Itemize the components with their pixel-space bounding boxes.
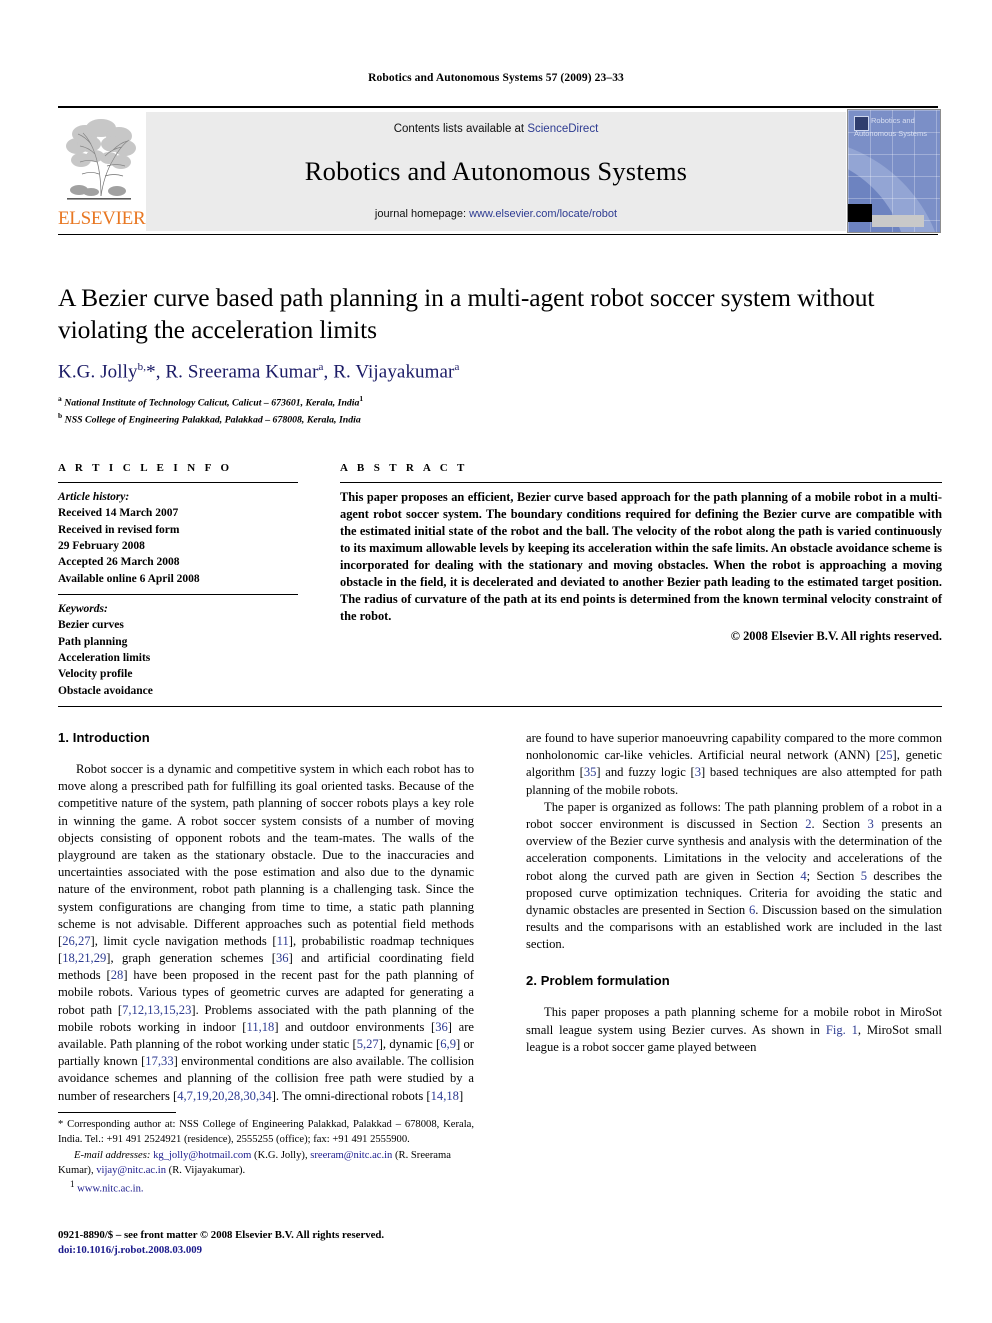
homepage-prefix: journal homepage: — [374, 208, 470, 220]
section-heading-introduction: 1. Introduction — [58, 730, 150, 745]
abstract-column: A B S T R A C T This paper proposes an e… — [340, 462, 942, 644]
intro-paragraph-1: Robot soccer is a dynamic and competitiv… — [58, 762, 475, 1103]
affiliation-a-text: National Institute of Technology Calicut… — [64, 396, 360, 408]
article-info-heading: A R T I C L E I N F O — [58, 462, 233, 474]
problem-formulation-paragraph-1: This paper proposes a path planning sche… — [526, 1005, 942, 1054]
sciencedirect-link[interactable]: ScienceDirect — [527, 123, 598, 135]
abstract-rule-top — [340, 482, 942, 483]
masthead-banner: Contents lists available at ScienceDirec… — [146, 112, 846, 231]
keyword-item: Bezier curves — [58, 619, 124, 632]
journal-homepage-line: journal homepage: www.elsevier.com/locat… — [146, 208, 846, 220]
history-item: Received 14 March 2007 — [58, 507, 179, 520]
masthead-bottom-rule — [58, 234, 938, 235]
cover-grey-bar — [872, 215, 924, 227]
history-item: Accepted 26 March 2008 — [58, 556, 180, 569]
body-column-left: 1. Introduction Robot soccer is a dynami… — [58, 730, 474, 1105]
article-history-label: Article history: — [58, 491, 130, 503]
keyword-item: Velocity profile — [58, 668, 133, 681]
journal-title: Robotics and Autonomous Systems — [304, 156, 688, 186]
imprint-block: 0921-8890/$ – see front matter © 2008 El… — [58, 1228, 488, 1259]
elsevier-tree-icon — [66, 119, 136, 200]
doi-link[interactable]: doi:10.1016/j.robot.2008.03.009 — [58, 1243, 488, 1258]
abstract-copyright: © 2008 Elsevier B.V. All rights reserved… — [730, 628, 942, 643]
running-head: Robotics and Autonomous Systems 57 (2009… — [368, 72, 624, 84]
elsevier-wordmark: ELSEVIER — [58, 208, 146, 229]
section-heading-problem-formulation: 2. Problem formulation — [526, 973, 670, 989]
nitc-url-link[interactable]: www.nitc.ac.in. — [77, 1184, 143, 1195]
body-column-right: are found to have superior manoeuvring c… — [526, 730, 942, 1056]
cover-black-block — [848, 204, 872, 222]
keyword-item: Obstacle avoidance — [58, 684, 153, 697]
abstract-bottom-rule — [58, 706, 942, 707]
info-rule-mid — [58, 593, 298, 595]
author-list: K.G. Jollyb,*, R. Sreerama Kumara, R. Vi… — [58, 361, 460, 383]
journal-homepage-link[interactable]: www.elsevier.com/locate/robot — [469, 208, 617, 220]
footnote-block: * Corresponding author at: NSS College o… — [58, 1112, 474, 1195]
contents-prefix: Contents lists available at — [393, 123, 528, 135]
abstract-text: This paper proposes an efficient, Bezier… — [340, 490, 942, 623]
keyword-item: Path planning — [58, 635, 128, 648]
page-title: A Bezier curve based path planning in a … — [58, 283, 875, 344]
elsevier-logo: ELSEVIER — [58, 112, 146, 232]
journal-cover-thumbnail: Robotics and Autonomous Systems — [847, 109, 941, 233]
affiliation-a: a National Institute of Technology Calic… — [58, 393, 364, 408]
article-info-column: A R T I C L E I N F O Article history: R… — [58, 462, 298, 713]
affiliations: a National Institute of Technology Calic… — [58, 393, 942, 428]
abstract-heading: A B S T R A C T — [340, 462, 468, 474]
footnote-marker: 1 — [70, 1179, 75, 1190]
cover-title-line1: Robotics and — [871, 116, 915, 125]
keywords-label: Keywords: — [58, 602, 108, 615]
affiliation-url-note: 1 www.nitc.ac.in. — [58, 1179, 474, 1195]
info-abstract-region: A R T I C L E I N F O Article history: R… — [58, 462, 942, 707]
history-item: Available online 6 April 2008 — [58, 572, 200, 585]
paper-page: Robotics and Autonomous Systems 57 (2009… — [0, 0, 992, 1323]
affiliation-b-text: NSS College of Engineering Palakkad, Pal… — [64, 414, 361, 426]
contents-available-line: Contents lists available at ScienceDirec… — [146, 123, 846, 135]
keyword-item: Acceleration limits — [58, 651, 151, 664]
history-item: 29 February 2008 — [58, 539, 145, 552]
email-label: E-mail addresses: — [74, 1150, 151, 1162]
affiliation-b: b NSS College of Engineering Palakkad, P… — [58, 410, 361, 426]
history-item: Received in revised form — [58, 523, 180, 536]
intro-paragraph-2: The paper is organized as follows: The p… — [526, 799, 943, 952]
journal-masthead: ELSEVIER Contents lists available at Sci… — [58, 106, 941, 236]
email-addresses-note: E-mail addresses: kg_jolly@hotmail.com (… — [58, 1149, 474, 1178]
footnote-rule — [58, 1112, 176, 1113]
issn-copyright-line: 0921-8890/$ – see front matter © 2008 El… — [58, 1229, 385, 1241]
intro-paragraph-1-cont: are found to have superior manoeuvring c… — [526, 731, 943, 797]
cover-title-line2: Autonomous Systems — [854, 129, 927, 138]
article-history-list: Received 14 March 2007 Received in revis… — [58, 505, 298, 587]
info-rule-top — [58, 482, 298, 483]
corresponding-author-note: * Corresponding author at: NSS College o… — [58, 1119, 474, 1145]
keywords-list: Bezier curves Path planning Acceleration… — [58, 617, 298, 699]
title-block: A Bezier curve based path planning in a … — [58, 282, 942, 427]
